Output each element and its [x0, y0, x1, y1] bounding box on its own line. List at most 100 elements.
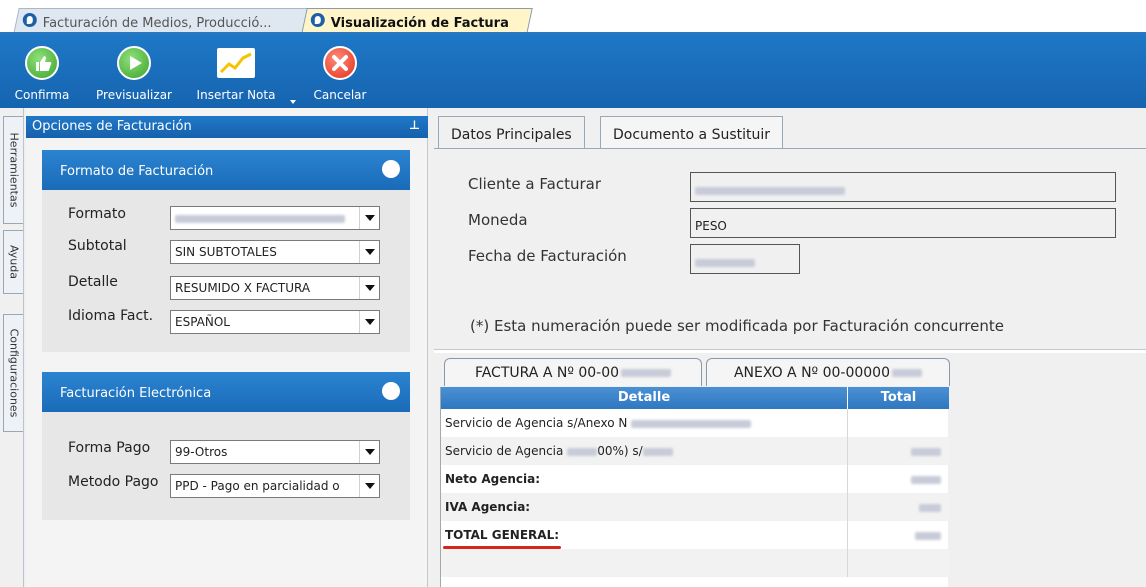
tab-visualizacion-factura[interactable]: Visualización de Factura	[301, 8, 533, 34]
chart-note-icon	[217, 48, 255, 78]
field-label: Moneda	[468, 211, 528, 229]
detail-cell	[441, 549, 847, 577]
tab-label: Facturación de Medios, Producció...	[42, 15, 272, 31]
side-tab-ayuda[interactable]: Ayuda	[3, 230, 23, 294]
electronic-group: Facturación Electrónica Forma Pago 99-Ot…	[42, 372, 410, 520]
detalle-select[interactable]: RESUMIDO X FACTURA	[170, 276, 380, 300]
metodo-pago-select[interactable]: PPD - Pago en parcialidad o	[170, 474, 380, 498]
redacted-value	[695, 258, 755, 267]
table-row[interactable]: Neto Agencia:	[441, 465, 949, 493]
cancel-label: Cancelar	[313, 88, 367, 102]
chevron-down-icon	[359, 277, 379, 299]
thumbs-up-icon	[25, 46, 59, 80]
panel-title-text: Opciones de Facturación	[32, 119, 192, 134]
concurrency-note: (*) Esta numeración puede ser modificada…	[470, 317, 1004, 335]
chevron-down-icon	[359, 475, 379, 497]
fecha-field	[690, 244, 800, 274]
table-row[interactable]: Servicio de Agencia s/Anexo N	[441, 409, 949, 437]
total-cell	[847, 521, 949, 549]
field-label: Metodo Pago	[68, 474, 159, 490]
table-row[interactable]: Servicio de Agencia 00%) s/	[441, 437, 949, 465]
tab-datos-principales[interactable]: Datos Principales	[438, 116, 585, 148]
total-cell	[847, 493, 949, 521]
cliente-field	[690, 172, 1116, 202]
idioma-select[interactable]: ESPAÑOL	[170, 310, 380, 334]
chevron-down-icon	[359, 207, 379, 229]
redacted-value	[631, 419, 752, 428]
invoice-grid: Detalle Total Servicio de Agencia s/Anex…	[440, 387, 949, 587]
tab-facturacion-medios[interactable]: Facturación de Medios, Producció...	[13, 8, 315, 34]
subtotal-select[interactable]: SIN SUBTOTALES	[170, 240, 380, 264]
side-tab-label: Ayuda	[7, 245, 20, 279]
detail-text: Servicio de Agencia s/Anexo N	[445, 416, 628, 430]
tab-factura[interactable]: FACTURA A Nº 00-00	[444, 358, 702, 392]
confirm-button[interactable]: Confirma	[4, 34, 80, 108]
forma-pago-select[interactable]: 99-Otros	[170, 440, 380, 464]
metodo-pago-value: PPD - Pago en parcialidad o	[175, 479, 340, 493]
insert-note-dropdown-icon[interactable]	[290, 100, 296, 104]
idioma-value: ESPAÑOL	[175, 315, 230, 329]
redacted-value	[621, 369, 672, 377]
side-tab-herramientas[interactable]: Herramientas	[3, 116, 23, 224]
billing-options-panel: Opciones de Facturación ⊥ Formato de Fac…	[26, 108, 428, 587]
total-cell	[847, 409, 949, 437]
field-label: Subtotal	[68, 238, 127, 254]
side-tab-label: Configuraciones	[7, 328, 20, 418]
forma-pago-value: 99-Otros	[175, 445, 228, 459]
electronic-group-header: Facturación Electrónica	[42, 372, 410, 412]
cancel-x-icon	[323, 46, 357, 80]
moneda-field: PESO	[690, 208, 1116, 238]
tab-baseline	[434, 148, 1146, 149]
detail-cell: Neto Agencia:	[445, 472, 541, 486]
section-divider	[434, 349, 1146, 353]
formato-select[interactable]	[170, 206, 380, 230]
pin-icon[interactable]: ⊥	[409, 118, 420, 132]
format-group: Formato de Facturación Formato Subtotal …	[42, 150, 410, 352]
side-tab-configuraciones[interactable]: Configuraciones	[3, 314, 23, 432]
document-tab-icon	[310, 12, 325, 27]
tab-factura-label: FACTURA A Nº 00-00	[474, 365, 620, 381]
detalle-value: RESUMIDO X FACTURA	[175, 281, 311, 295]
total-cell	[847, 549, 949, 577]
detail-cell: Servicio de Agencia 00%) s/	[441, 437, 847, 465]
preview-button[interactable]: Previsualizar	[88, 34, 180, 108]
tab-anexo-label: ANEXO A Nº 00-00000	[733, 365, 890, 381]
table-row[interactable]: TOTAL GENERAL:	[441, 521, 949, 549]
field-label: Cliente a Facturar	[468, 175, 601, 193]
redacted-value	[911, 447, 941, 456]
panel-title: Opciones de Facturación ⊥	[26, 116, 428, 138]
chevron-down-icon	[359, 441, 379, 463]
detail-text: 00%) s/	[597, 444, 643, 458]
redacted-value	[915, 531, 941, 540]
tab-documento-sustituir[interactable]: Documento a Sustituir	[600, 116, 784, 148]
column-header-detalle: Detalle	[441, 387, 847, 409]
chevron-down-icon	[359, 241, 379, 263]
detail-cell: IVA Agencia:	[445, 500, 531, 514]
redacted-value	[911, 475, 941, 484]
total-cell	[847, 437, 949, 465]
collapse-icon[interactable]	[382, 160, 400, 178]
collapse-icon[interactable]	[382, 382, 400, 400]
format-group-header: Formato de Facturación	[42, 150, 410, 190]
cancel-button[interactable]: Cancelar	[302, 34, 378, 108]
chevron-down-icon	[359, 311, 379, 333]
table-row[interactable]	[441, 549, 949, 577]
column-header-total: Total	[848, 387, 949, 409]
subtotal-value: SIN SUBTOTALES	[175, 245, 277, 259]
field-label: Formato	[68, 206, 126, 222]
redacted-value	[567, 447, 598, 456]
redacted-value	[175, 214, 345, 223]
side-tab-label: Herramientas	[7, 132, 20, 208]
field-label: Forma Pago	[68, 440, 151, 456]
field-label: Fecha de Facturación	[468, 247, 627, 265]
tab-label: Visualización de Factura	[330, 15, 509, 31]
field-label: Detalle	[68, 274, 118, 290]
table-row[interactable]: IVA Agencia:	[441, 493, 949, 521]
total-cell	[847, 465, 949, 493]
electronic-group-title: Facturación Electrónica	[60, 386, 212, 401]
tab-anexo[interactable]: ANEXO A Nº 00-00000	[706, 358, 950, 392]
field-label: Idioma Fact.	[68, 308, 154, 324]
insert-note-label: Insertar Nota	[196, 88, 276, 102]
insert-note-button[interactable]: Insertar Nota	[188, 34, 284, 108]
confirm-label: Confirma	[14, 88, 70, 102]
